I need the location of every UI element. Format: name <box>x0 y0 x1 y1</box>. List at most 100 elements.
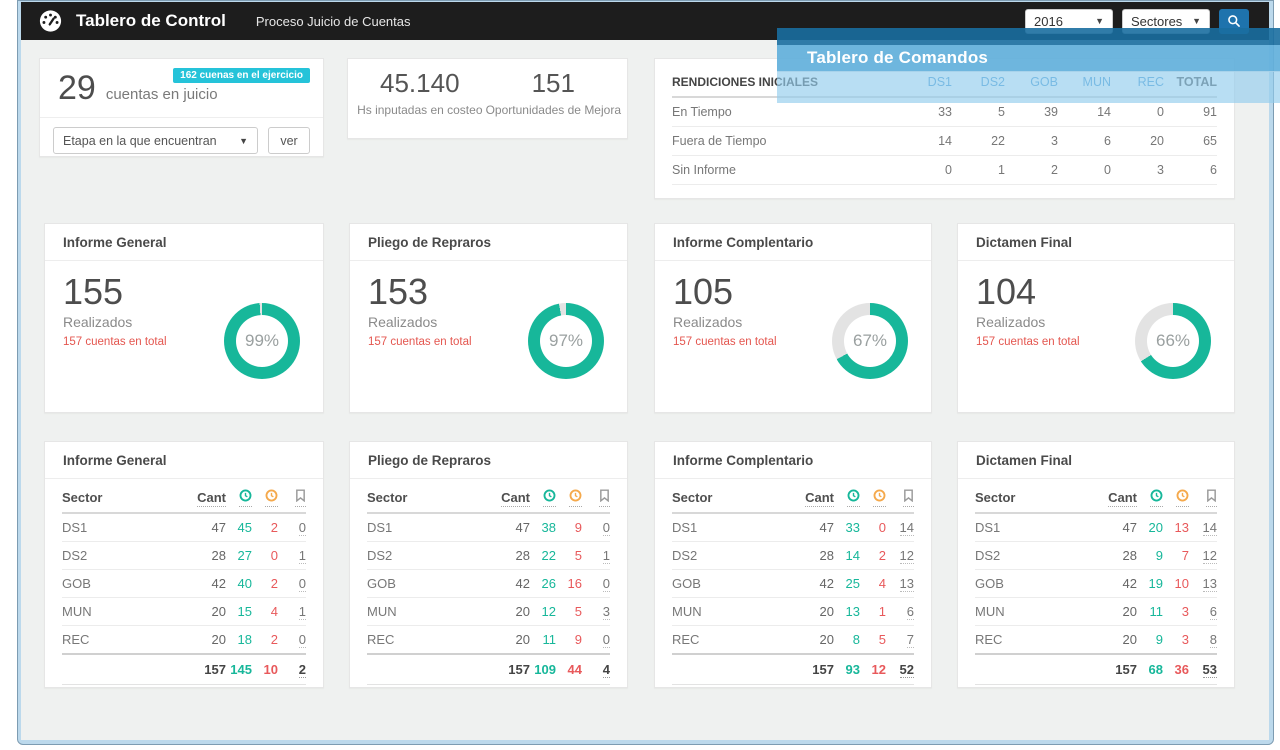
dashboard-content: 162 cuenas en el ejercicio 29 cuentas en… <box>21 40 1269 740</box>
sector-col-header: Sector <box>367 481 482 514</box>
total-cant-cell: 157 <box>482 653 530 685</box>
table-total-row: 157 109 44 4 <box>367 653 610 685</box>
sector-cell: GOB <box>975 569 1089 598</box>
flag-cell: 1 <box>278 597 306 626</box>
cell: 20 <box>1111 126 1164 156</box>
late-cell: 4 <box>252 597 278 626</box>
sector-cell: DS1 <box>367 513 482 542</box>
card-title: Informe Complentario <box>673 234 814 250</box>
total-cant-cell: 157 <box>786 653 834 685</box>
cant-cell: 47 <box>178 513 226 542</box>
sector-cell: DS1 <box>62 513 178 542</box>
table-row: DS1 47 45 2 0 <box>62 513 306 542</box>
chevron-down-icon: ▼ <box>1192 16 1201 26</box>
on-time-clock-icon[interactable] <box>239 489 252 507</box>
costeo-card: 45.140 Hs inputadas en costeo 151 Oportu… <box>347 58 628 139</box>
peek-overlay-body[interactable] <box>777 72 1280 103</box>
empty-cell <box>62 653 178 685</box>
donut-percent-label: 97% <box>548 331 584 350</box>
late-clock-icon[interactable] <box>1176 489 1189 507</box>
table-total-row: 157 93 12 52 <box>672 653 914 685</box>
flag-cell: 1 <box>582 541 610 570</box>
total-ok-cell: 109 <box>530 653 556 685</box>
flag-cell: 0 <box>582 513 610 542</box>
cant-cell: 28 <box>178 541 226 570</box>
on-time-clock-icon[interactable] <box>543 489 556 507</box>
late-cell: 0 <box>252 541 278 570</box>
ok-cell: 8 <box>834 625 860 655</box>
on-time-clock-icon[interactable] <box>847 489 860 507</box>
sector-cell: REC <box>62 625 178 655</box>
total-late-cell: 12 <box>860 653 886 685</box>
sector-table: Sector Cant DS1 47 45 2 0 DS2 28 27 0 1 GOB 42 40 2… <box>62 481 306 685</box>
bookmark-icon[interactable] <box>903 489 914 507</box>
donut-percent-label: 66% <box>1155 331 1191 350</box>
table-row: DS2 28 22 5 1 <box>367 541 610 570</box>
ok-cell: 11 <box>1137 597 1163 626</box>
total-cant-cell: 157 <box>178 653 226 685</box>
late-cell: 2 <box>252 625 278 655</box>
cell: 2 <box>1005 155 1058 185</box>
empty-cell <box>672 653 786 685</box>
cant-col-header[interactable]: Cant <box>805 489 834 507</box>
table-row: GOB 42 40 2 0 <box>62 569 306 598</box>
cell: 3 <box>1005 126 1058 156</box>
sector-cell: REC <box>672 625 786 655</box>
flag-cell: 0 <box>278 625 306 655</box>
empty-cell <box>975 653 1089 685</box>
table-header-row: Sector Cant <box>62 481 306 514</box>
sector-cell: DS2 <box>62 541 178 570</box>
cant-cell: 20 <box>786 597 834 626</box>
sector-cell: MUN <box>62 597 178 626</box>
ver-button[interactable]: ver <box>268 127 310 154</box>
ok-cell: 20 <box>1137 513 1163 542</box>
table-row: MUN 20 12 5 3 <box>367 597 610 626</box>
ok-cell: 14 <box>834 541 860 570</box>
late-cell: 5 <box>556 597 582 626</box>
table-header-row: Sector Cant <box>975 481 1217 514</box>
total-flag-cell: 53 <box>1189 653 1217 685</box>
table-row: MUN 20 11 3 6 <box>975 597 1217 626</box>
table-header-row: Sector Cant <box>367 481 610 514</box>
table-header-row: Sector Cant <box>672 481 914 514</box>
cant-cell: 20 <box>786 625 834 655</box>
cell: 14 <box>899 126 952 156</box>
cant-cell: 20 <box>178 625 226 655</box>
donut-card-informe-complentario: Informe Complentario 105 Realizados 157 … <box>654 223 932 413</box>
cant-col-header[interactable]: Cant <box>1108 489 1137 507</box>
late-clock-icon[interactable] <box>569 489 582 507</box>
late-cell: 10 <box>1163 569 1189 598</box>
flag-cell: 14 <box>1189 513 1217 542</box>
ok-cell: 26 <box>530 569 556 598</box>
cant-cell: 20 <box>1089 597 1137 626</box>
on-time-clock-icon[interactable] <box>1150 489 1163 507</box>
table-row: DS1 47 38 9 0 <box>367 513 610 542</box>
page-subtitle: Proceso Juicio de Cuentas <box>255 13 411 29</box>
sector-col-header: Sector <box>672 481 786 514</box>
cant-col-header[interactable]: Cant <box>501 489 530 507</box>
bookmark-icon[interactable] <box>599 489 610 507</box>
peek-overlay-topbar[interactable] <box>777 28 1280 45</box>
peek-overlay-title[interactable]: Tablero de Comandos <box>777 45 1280 72</box>
bookmark-icon[interactable] <box>1206 489 1217 507</box>
flag-cell: 6 <box>1189 597 1217 626</box>
cuentas-en-juicio-card: 162 cuenas en el ejercicio 29 cuentas en… <box>39 58 324 157</box>
sector-col-header: Sector <box>975 481 1089 514</box>
donut-card-informe-general: Informe General 155 Realizados 157 cuent… <box>44 223 324 413</box>
table-row: Sin Informe 0 1 2 0 3 6 <box>672 155 1217 185</box>
flag-cell: 6 <box>886 597 914 626</box>
late-clock-icon[interactable] <box>265 489 278 507</box>
flag-cell: 0 <box>278 513 306 542</box>
year-select-value: 2016 <box>1034 13 1063 29</box>
table-row: GOB 42 26 16 0 <box>367 569 610 598</box>
cant-cell: 47 <box>1089 513 1137 542</box>
stage-select[interactable]: Etapa en la que encuentran ▼ <box>53 127 258 154</box>
bookmark-icon[interactable] <box>295 489 306 507</box>
cant-cell: 42 <box>786 569 834 598</box>
table-row: REC 20 11 9 0 <box>367 625 610 655</box>
late-cell: 3 <box>1163 625 1189 655</box>
flag-cell: 8 <box>1189 625 1217 655</box>
sector-table-card-pliego-repraros: Pliego de Repraros Sector Cant DS1 47 38… <box>349 441 628 688</box>
cant-col-header[interactable]: Cant <box>197 489 226 507</box>
late-clock-icon[interactable] <box>873 489 886 507</box>
